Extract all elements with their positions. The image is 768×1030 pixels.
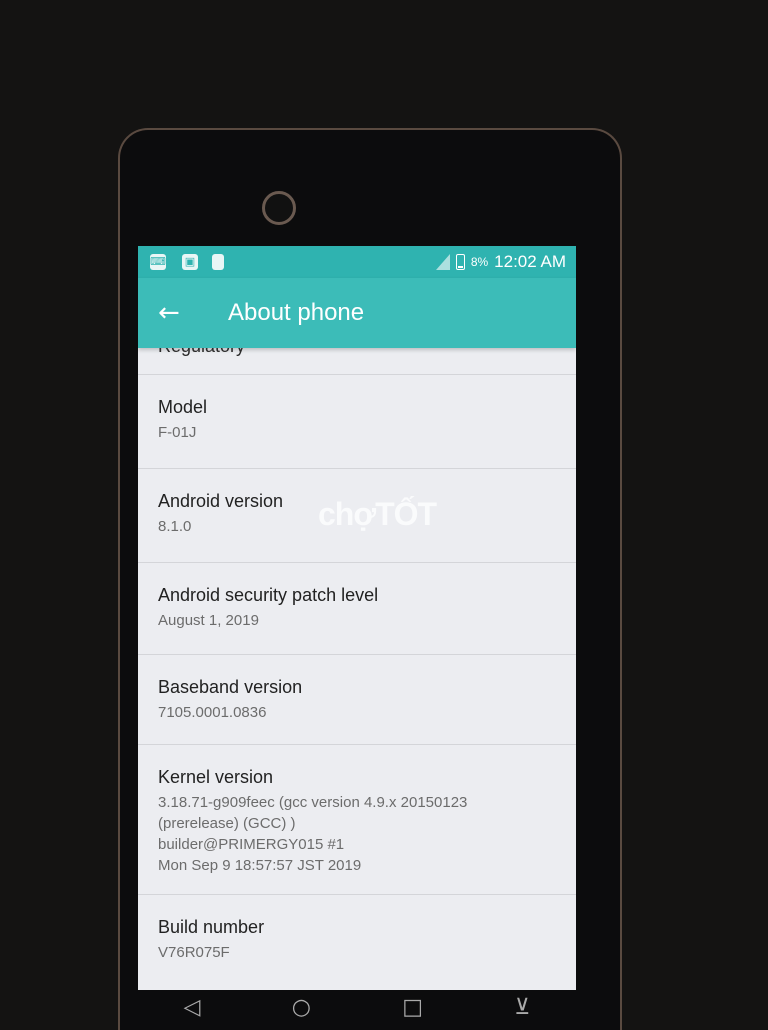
list-item-value: V76R075F <box>158 944 230 961</box>
front-camera <box>262 191 296 225</box>
list-item-label: Baseband version <box>158 677 303 697</box>
sd-card-icon <box>212 254 224 270</box>
battery-icon <box>455 254 465 270</box>
app-bar: ← About phone <box>138 278 576 348</box>
screenshot-icon: ▣ <box>182 254 198 270</box>
settings-list: Regulatory Model F-01J Android version 8… <box>138 348 576 990</box>
screen: ⌨ ▣ 8% 12:02 AM ← About phone Regulatory… <box>138 246 576 990</box>
list-item-kernel[interactable]: Kernel version 3.18.71-g909feec (gcc ver… <box>138 745 576 895</box>
arrow-left-icon[interactable]: ← <box>158 298 180 328</box>
clock: 12:02 AM <box>494 252 566 271</box>
list-item-label: Model <box>158 397 208 417</box>
list-item-value: August 1, 2019 <box>158 612 259 629</box>
status-bar: ⌨ ▣ 8% 12:02 AM <box>138 246 576 278</box>
list-item-label: Android security patch level <box>158 585 379 605</box>
list-item-label: Kernel version <box>158 767 274 787</box>
list-item-build-number[interactable]: Build number V76R075F <box>138 895 576 990</box>
battery-percent: 8% <box>470 255 489 269</box>
list-item[interactable]: Regulatory <box>138 348 576 375</box>
list-item-baseband[interactable]: Baseband version 7105.0001.0836 <box>138 655 576 745</box>
page-title: About phone <box>228 299 365 326</box>
list-item-label: Regulatory <box>158 348 245 357</box>
list-item-value: 7105.0001.0836 <box>158 704 267 721</box>
back-icon[interactable]: ◁ <box>184 995 201 1020</box>
recents-icon[interactable]: □ <box>402 995 423 1020</box>
list-item-model[interactable]: Model F-01J <box>138 375 576 469</box>
list-item-security-patch[interactable]: Android security patch level August 1, 2… <box>138 563 576 655</box>
list-item-value: 3.18.71-g909feec (gcc version 4.9.x 2015… <box>158 794 468 874</box>
list-item-label: Build number <box>158 917 265 937</box>
nav-bar: ◁ ○ □ ⊻ <box>138 990 576 1024</box>
watermark: chợTỐT <box>318 496 437 532</box>
keyboard-icon: ⌨ <box>150 254 166 270</box>
home-icon[interactable]: ○ <box>292 995 311 1020</box>
down-icon[interactable]: ⊻ <box>514 995 530 1020</box>
list-item-value: F-01J <box>158 424 197 441</box>
signal-icon <box>435 254 450 270</box>
